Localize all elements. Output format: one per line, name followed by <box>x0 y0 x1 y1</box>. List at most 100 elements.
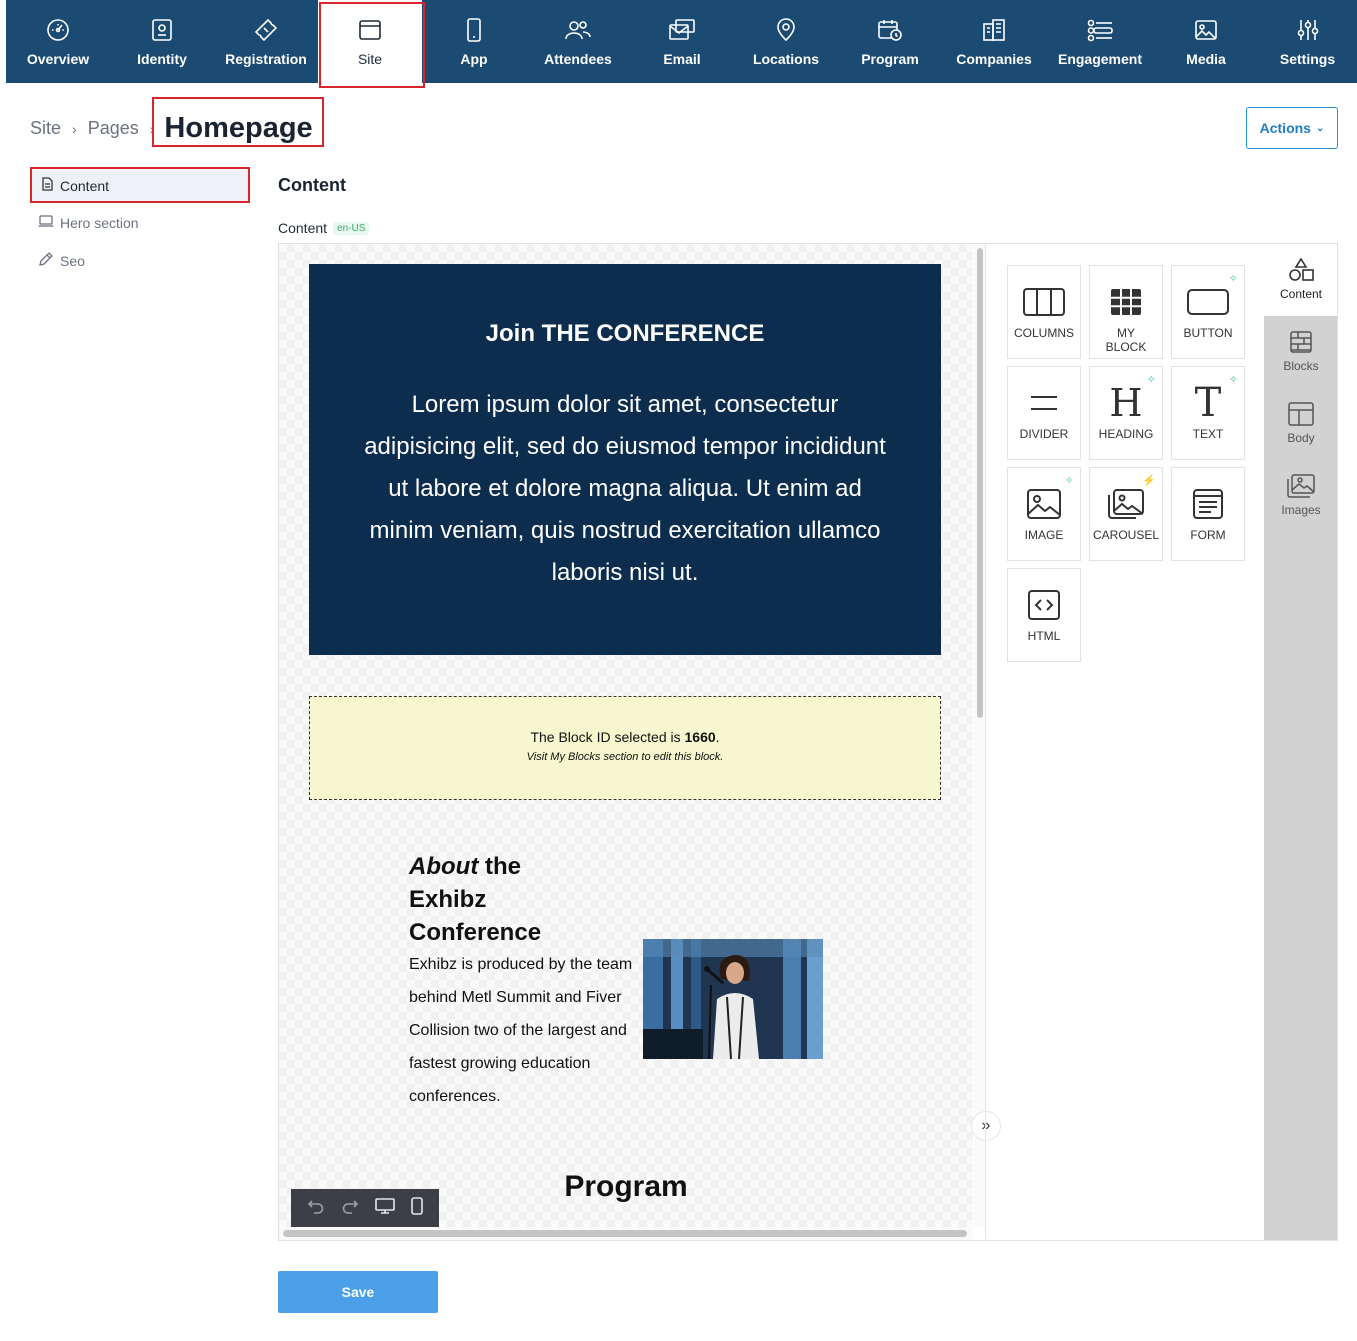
scroll-thumb[interactable] <box>283 1230 967 1237</box>
block-html[interactable]: HTML <box>1007 568 1081 662</box>
about-title: About the Exhibz Conference <box>409 850 559 949</box>
nav-item-label: Settings <box>1279 51 1336 67</box>
breadcrumb-site[interactable]: Site <box>30 118 61 139</box>
pencil-icon <box>38 251 60 270</box>
laptop-icon <box>38 214 60 231</box>
sidebar-item-seo[interactable]: Seo <box>38 251 85 270</box>
nav-item-identity[interactable]: Identity <box>110 0 214 83</box>
form-icon <box>1193 486 1223 522</box>
block-label: MY BLOCK <box>1105 326 1147 354</box>
chevron-down-icon: ⌄ <box>1315 122 1325 134</box>
mobile-view-icon[interactable] <box>411 1196 423 1220</box>
panel-divider <box>985 244 986 1240</box>
text-icon: T <box>1194 380 1222 426</box>
nav-item-site[interactable]: Site <box>318 0 422 83</box>
tab-label: Body <box>1287 431 1315 445</box>
scroll-thumb[interactable] <box>977 248 983 718</box>
users-icon <box>564 16 592 44</box>
mobile-phone-icon <box>466 16 482 44</box>
sparkle-icon: ✧ <box>1228 273 1238 285</box>
block-divider[interactable]: DIVIDER <box>1007 366 1081 460</box>
block-carousel[interactable]: ⚡ CAROUSEL <box>1089 467 1163 561</box>
save-button[interactable]: Save <box>278 1271 438 1313</box>
id-card-icon <box>151 16 173 44</box>
block-image[interactable]: ✧ IMAGE <box>1007 467 1081 561</box>
sidebar-item-label: Hero section <box>60 214 139 231</box>
section-title: Content <box>278 175 346 195</box>
nav-item-label: Email <box>663 51 701 67</box>
block-label: HTML <box>1027 629 1061 643</box>
document-icon <box>40 177 60 194</box>
image-icon <box>1027 486 1061 522</box>
image-icon <box>1194 16 1218 44</box>
bricks-icon <box>1289 328 1313 356</box>
editor-canvas[interactable]: Join THE CONFERENCE Lorem ipsum dolor si… <box>279 244 973 1227</box>
collapse-panel-button[interactable]: » <box>971 1111 1001 1141</box>
notice-prefix: The Block ID selected is <box>530 729 685 745</box>
notice-sub: Visit My Blocks section to edit this blo… <box>526 751 724 763</box>
bolt-icon: ⚡ <box>1142 475 1156 487</box>
sidebar-item-content[interactable]: Content <box>32 170 248 201</box>
email-icon <box>668 16 696 44</box>
desktop-view-icon[interactable] <box>375 1197 395 1220</box>
block-notice[interactable]: The Block ID selected is 1660. Visit My … <box>309 696 941 800</box>
nav-item-media[interactable]: Media <box>1154 0 1258 83</box>
about-title-italic: About <box>409 853 479 880</box>
nav-item-engagement[interactable]: Engagement <box>1046 0 1154 83</box>
block-form[interactable]: FORM <box>1171 467 1245 561</box>
tab-blocks[interactable]: Blocks <box>1264 316 1337 388</box>
nav-item-label: Registration <box>225 51 307 67</box>
nav-item-registration[interactable]: Registration <box>214 0 318 83</box>
nav-item-locations[interactable]: Locations <box>734 0 838 83</box>
tab-label: Content <box>1279 287 1323 301</box>
chevron-right-icon: › <box>72 120 77 137</box>
block-label: IMAGE <box>1024 528 1064 542</box>
actions-button[interactable]: Actions ⌄ <box>1246 107 1338 149</box>
block-button[interactable]: ✧ BUTTON <box>1171 265 1245 359</box>
nav-item-label: Attendees <box>544 51 612 67</box>
nav-item-overview[interactable]: Overview <box>6 0 110 83</box>
redo-icon[interactable] <box>341 1197 359 1220</box>
page-title: Homepage <box>164 112 313 144</box>
nav-item-attendees[interactable]: Attendees <box>526 0 630 83</box>
sparkle-icon: ✧ <box>1228 374 1238 386</box>
breadcrumb-pages[interactable]: Pages <box>88 118 139 139</box>
block-text[interactable]: ✧ T TEXT <box>1171 366 1245 460</box>
top-navigation: Overview Identity Registration Site App … <box>6 0 1357 83</box>
sidebar-item-hero-section[interactable]: Hero section <box>38 214 139 231</box>
block-label: TEXT <box>1192 427 1224 441</box>
horizontal-scrollbar[interactable] <box>279 1227 973 1240</box>
nav-item-app[interactable]: App <box>422 0 526 83</box>
images-icon <box>1287 472 1315 500</box>
divider-icon <box>1029 385 1059 421</box>
button-icon <box>1187 284 1229 320</box>
block-heading[interactable]: ✧ H HEADING <box>1089 366 1163 460</box>
nav-item-email[interactable]: Email <box>630 0 734 83</box>
nav-item-label: Program <box>861 51 919 67</box>
block-label: CAROUSEL <box>1092 528 1160 542</box>
tab-content[interactable]: Content <box>1264 244 1337 316</box>
nav-item-label: Site <box>357 51 383 67</box>
double-chevron-right-icon: » <box>981 1117 991 1134</box>
nav-item-companies[interactable]: Companies <box>942 0 1046 83</box>
sidebar-item-label: Seo <box>60 252 85 269</box>
tab-images[interactable]: Images <box>1264 460 1337 532</box>
notice-main: The Block ID selected is 1660. <box>310 729 940 745</box>
nav-item-program[interactable]: Program <box>838 0 942 83</box>
building-icon <box>982 16 1006 44</box>
calendar-clock-icon <box>877 16 903 44</box>
block-columns[interactable]: COLUMNS <box>1007 265 1081 359</box>
hero-block[interactable]: Join THE CONFERENCE Lorem ipsum dolor si… <box>309 264 941 655</box>
grid-block-icon <box>1110 284 1142 320</box>
sparkle-icon: ✧ <box>1146 374 1156 386</box>
speaker-photo[interactable] <box>643 939 823 1059</box>
shapes-icon <box>1288 256 1314 284</box>
heading-icon: H <box>1109 381 1143 425</box>
tab-body[interactable]: Body <box>1264 388 1337 460</box>
block-label: COLUMNS <box>1013 326 1074 340</box>
nav-item-settings[interactable]: Settings <box>1258 0 1357 83</box>
block-my-block[interactable]: MY BLOCK <box>1089 265 1163 359</box>
panel-side-tabs: Content Blocks Body Images <box>1264 244 1337 1240</box>
undo-icon[interactable] <box>307 1197 325 1220</box>
tab-label: Images <box>1281 503 1321 517</box>
